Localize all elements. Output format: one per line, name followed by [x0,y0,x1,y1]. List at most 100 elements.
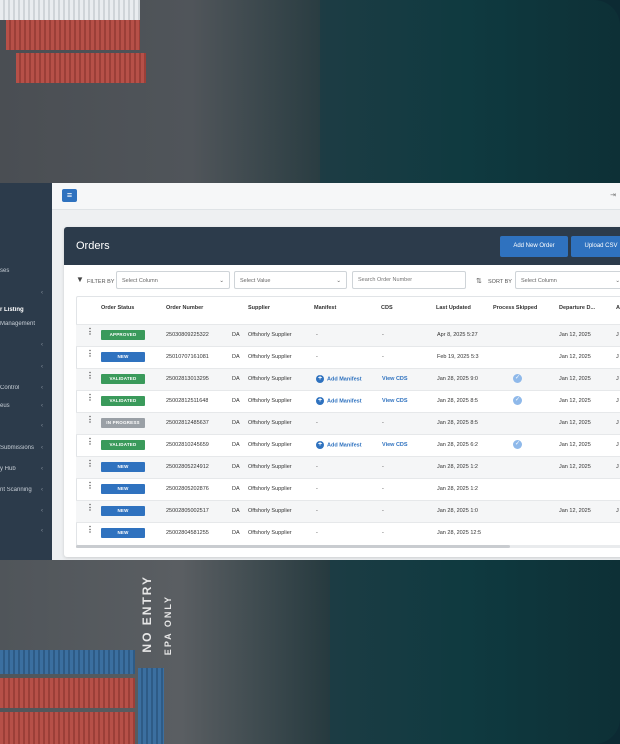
status-badge: NEW [101,352,145,362]
column-header[interactable]: CDS [381,305,393,311]
column-header[interactable]: Manifest [314,305,336,311]
column-header[interactable]: A [616,305,620,311]
horizontal-scrollbar[interactable] [76,545,510,548]
chevron-left-icon: ‹ [41,528,43,534]
sidebar-item[interactable]: ses [0,268,52,274]
table-row[interactable] [76,456,620,479]
departure-date: Jan 12, 2025 [559,332,591,338]
add-manifest-link[interactable]: + Add Manifest [316,397,362,405]
add-new-order-button[interactable]: Add New Order [500,236,568,257]
supplier: Offshorly Supplier [248,508,292,514]
row-actions-icon[interactable]: ⋮ [86,481,94,490]
table-row[interactable] [76,346,620,369]
row-actions-icon[interactable]: ⋮ [86,327,94,336]
filter-value-select[interactable]: Select Value ⌄ [234,271,347,289]
container-blue [0,650,135,674]
menu-icon[interactable]: ≡ [62,189,77,202]
table-row[interactable] [76,500,620,523]
order-number: 25002813013295 [166,376,209,382]
road-marking: NO ENTRY [140,575,154,653]
check-icon: ✓ [513,396,522,405]
table-row[interactable] [76,324,620,347]
add-manifest-link[interactable]: + Add Manifest [316,375,362,383]
sidebar-item[interactable]: Submissions [0,445,52,451]
arrival-date: J [616,354,619,360]
last-updated: Jan 28, 2025 6:2 [437,442,478,448]
view-cds-link[interactable]: View CDS [382,376,408,382]
chevron-down-icon: ⌄ [336,278,341,284]
supplier: Offshorly Supplier [248,530,292,536]
order-number: 25010707161081 [166,354,209,360]
column-header[interactable]: Order Number [166,305,203,311]
column-header[interactable]: Departure D... [559,305,595,311]
order-number: 25002812511648 [166,398,209,404]
filter-icon: ▼ [76,275,84,284]
order-prefix: DA [232,530,240,536]
order-prefix: DA [232,398,240,404]
container-red [0,712,135,744]
row-actions-icon[interactable]: ⋮ [86,415,94,424]
order-prefix: DA [232,464,240,470]
row-actions-icon[interactable]: ⋮ [86,371,94,380]
sidebar: ses ‹ r Listing Management ‹ ‹ Control ‹ eus ‹ ‹ Su… [0,183,52,560]
topbar: ≡ ⇥ [52,183,620,210]
cds: - [382,486,384,492]
order-prefix: DA [232,354,240,360]
sort-icon: ⇅ [476,278,482,285]
sort-column-select[interactable]: Select Column ⌄ [515,271,620,289]
column-header[interactable]: Order Status [101,305,134,311]
view-cds-link[interactable]: View CDS [382,442,408,448]
sidebar-item[interactable]: Management [0,321,52,327]
column-header[interactable]: Last Updated [436,305,471,311]
logout-icon[interactable]: ⇥ [610,191,616,199]
column-header[interactable]: Process Skipped [493,305,537,311]
cds: - [382,420,384,426]
supplier: Offshorly Supplier [248,354,292,360]
supplier: Offshorly Supplier [248,442,292,448]
check-icon: ✓ [513,374,522,383]
chevron-left-icon: ‹ [41,342,43,348]
upload-csv-button[interactable]: Upload CSV [571,236,620,257]
manifest: - [316,354,318,360]
manifest: - [316,332,318,338]
supplier: Offshorly Supplier [248,486,292,492]
last-updated: Feb 19, 2025 5:3 [437,354,479,360]
cds: - [382,332,384,338]
row-actions-icon[interactable]: ⋮ [86,459,94,468]
truck [138,668,164,744]
plus-icon: + [316,397,324,405]
row-actions-icon[interactable]: ⋮ [86,503,94,512]
order-prefix: DA [232,420,240,426]
filter-column-select[interactable]: Select Column ⌄ [116,271,230,289]
manifest: - [316,508,318,514]
table-row[interactable] [76,478,620,501]
table-row[interactable] [76,522,620,545]
view-cds-link[interactable]: View CDS [382,398,408,404]
add-manifest-link[interactable]: + Add Manifest [316,441,362,449]
sidebar-item[interactable]: r Listing [0,307,52,313]
row-actions-icon[interactable]: ⋮ [86,393,94,402]
last-updated: Jan 28, 2025 1:2 [437,486,478,492]
filter-label: FILTER BY [87,279,115,285]
cds: - [382,508,384,514]
sidebar-item[interactable]: nt Scanning [0,487,52,493]
arrival-date: J [616,398,619,404]
arrival-date: J [616,508,619,514]
chevron-left-icon: ‹ [41,466,43,472]
filter-column-value: Select Column [122,278,158,284]
row-actions-icon[interactable]: ⋮ [86,525,94,534]
sidebar-item[interactable]: y Hub [0,466,52,472]
search-input[interactable] [352,271,466,289]
chevron-left-icon: ‹ [41,403,43,409]
column-header[interactable]: Supplier [248,305,270,311]
sidebar-item[interactable]: eus [0,403,52,409]
row-actions-icon[interactable]: ⋮ [86,437,94,446]
last-updated: Jan 28, 2025 1:0 [437,508,478,514]
cds: - [382,464,384,470]
supplier: Offshorly Supplier [248,398,292,404]
order-number: 25002805224912 [166,464,209,470]
container-red [16,53,146,83]
table-row[interactable] [76,412,620,435]
sidebar-item[interactable]: Control [0,385,52,391]
row-actions-icon[interactable]: ⋮ [86,349,94,358]
